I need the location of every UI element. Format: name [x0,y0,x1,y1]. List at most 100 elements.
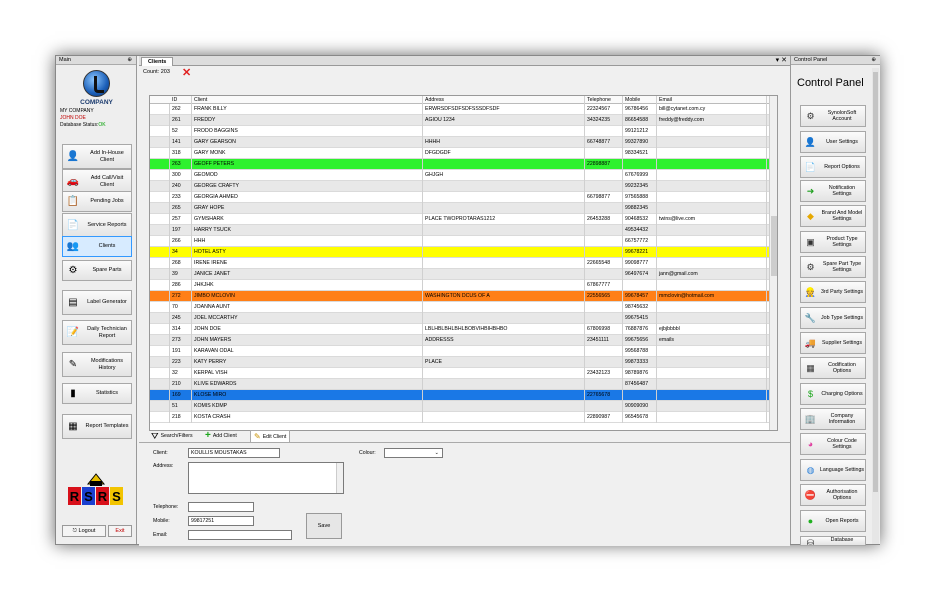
clear-filter-icon[interactable]: ✕ [182,68,191,79]
settings-authorisation-options-button[interactable]: ⛔Authorisation Options [800,484,866,506]
row-selector[interactable] [150,115,170,126]
row-selector[interactable] [150,137,170,148]
row-selector[interactable] [150,291,170,302]
row-selector[interactable] [150,335,170,346]
table-row[interactable]: 169KLOSE MIRO22765678 [150,390,769,401]
row-selector[interactable] [150,225,170,236]
settings-codification-options-button[interactable]: ▦Codification Options [800,357,866,379]
row-selector[interactable] [150,390,170,401]
address-scrollbar[interactable] [336,463,343,493]
tab-add-client[interactable]: +Add Client [205,430,237,442]
tab-search-filters[interactable]: ⛛Search/Filters [151,430,193,442]
control-panel-scrollbar[interactable] [872,68,879,544]
settings-language-settings-button[interactable]: ◍Language Settings [800,459,866,481]
save-button[interactable]: Save [306,513,342,539]
table-row[interactable]: 197HARRY TSUCK49534432 [150,225,769,236]
colour-select[interactable]: ⌄ [384,448,443,458]
table-row[interactable]: 261FREDDYAGIOU 12343432423586654588fredd… [150,115,769,126]
pin-icon[interactable]: ⊕ [871,56,876,65]
close-icon[interactable]: ▾ ✕ [776,56,787,64]
settings-notification-settings-button[interactable]: ➜Notification Settings [800,180,866,202]
column-header-address[interactable]: Address [423,96,585,104]
exit-button[interactable]: Exit [108,525,132,537]
settings-colour-code-settings-button[interactable]: ◕Colour Code Settings [800,433,866,455]
row-selector[interactable] [150,302,170,313]
settings-supplier-settings-button[interactable]: 🚚Supplier Settings [800,332,866,354]
pin-icon[interactable]: ⊕ [127,56,132,65]
column-header-mobile[interactable]: Mobile [623,96,657,104]
mobile-field[interactable]: 99817251 [188,516,254,526]
nav-service-reports-button[interactable]: 📄Service Reports [62,213,132,238]
row-selector[interactable] [150,258,170,269]
scrollbar-thumb[interactable] [873,72,878,492]
row-selector[interactable] [150,280,170,291]
settings-job-type-settings-button[interactable]: 🔧Job Type Settings [800,307,866,329]
row-selector[interactable] [150,181,170,192]
table-row[interactable]: 245JOEL MCCARTHY99675415 [150,313,769,324]
table-scrollbar[interactable] [769,96,777,430]
row-selector[interactable] [150,346,170,357]
settings-product-type-settings-button[interactable]: ▣Product Type Settings [800,231,866,253]
settings-charging-options-button[interactable]: $Charging Options [800,383,866,405]
row-selector[interactable] [150,159,170,170]
row-selector[interactable] [150,324,170,335]
row-selector[interactable] [150,203,170,214]
row-selector[interactable] [150,214,170,225]
address-field[interactable] [188,462,344,494]
table-row[interactable]: 272JIMBO MCLOVINWASHINGTON DCUS OF A2255… [150,291,769,302]
settings-database-button[interactable]: ⛁Database [800,536,866,546]
nav-clients-button[interactable]: 👥Clients [62,236,132,257]
scrollbar-thumb[interactable] [771,216,777,276]
table-row[interactable]: 218KOSTA CRASH2289098796545678 [150,412,769,423]
table-row[interactable]: 286JHKJHK67867777 [150,280,769,291]
client-field[interactable]: KOULLIS MOUSTAKAS [188,448,280,458]
table-row[interactable]: 265GRAY HOPE99882345 [150,203,769,214]
table-row[interactable]: 318GARY MONKDFGDGDF98334521 [150,148,769,159]
table-row[interactable]: 268IRENE IRENE2266554899098777 [150,258,769,269]
row-selector[interactable] [150,247,170,258]
table-row[interactable]: 314JOHN DOELBLHBLBHLBHLBOBVIHBIHBHBO6780… [150,324,769,335]
table-row[interactable]: 273JOHN MAYERSADDRESSS2345111199675656em… [150,335,769,346]
column-header-email[interactable]: Email [657,96,767,104]
settings-spare-part-type-settings-button[interactable]: ⚙Spare Part Type Settings [800,256,866,278]
logout-button[interactable]: ⎋ Logout [62,525,106,537]
table-row[interactable]: 266HHH66757772 [150,236,769,247]
row-selector[interactable] [150,192,170,203]
telephone-field[interactable] [188,502,254,512]
row-selector[interactable] [150,126,170,137]
table-row[interactable]: 210KLIVE EDWARDS87456487 [150,379,769,390]
row-selector[interactable] [150,357,170,368]
table-row[interactable]: 191KARAVAN ODAL99568788 [150,346,769,357]
table-row[interactable]: 52FRODO BAGGINS99121212 [150,126,769,137]
row-selector[interactable] [150,170,170,181]
table-row[interactable]: 240GEORGE CRAFTY99232345 [150,181,769,192]
settings-company-information-button[interactable]: 🏢Company Information [800,408,866,430]
settings-user-settings-button[interactable]: 👤User Settings [800,131,866,153]
table-row[interactable]: 141GARY GEARSONHHHH6674887799327890 [150,137,769,148]
row-selector[interactable] [150,313,170,324]
settings-synolonsoft-account-button[interactable]: ⚙SynolonSoft Account [800,105,866,127]
nav-add-in-house-client-button[interactable]: 👤Add In-House Client [62,144,132,169]
column-header-client[interactable]: Client [192,96,423,104]
nav-modifications-history-button[interactable]: ✎Modifications History [62,352,132,377]
table-row[interactable]: 34HOTEL ASTY99678221 [150,247,769,258]
table-row[interactable]: 32KERPAL VISH2343212398789876 [150,368,769,379]
column-header-id[interactable]: ID [170,96,192,104]
nav-spare-parts-button[interactable]: ⚙Spare Parts [62,260,132,281]
row-selector[interactable] [150,368,170,379]
row-selector[interactable] [150,104,170,115]
row-selector[interactable] [150,412,170,423]
column-header-telephone[interactable]: Telephone [585,96,623,104]
row-selector[interactable] [150,148,170,159]
nav-pending-jobs-button[interactable]: 📋Pending Jobs [62,191,132,212]
row-selector[interactable] [150,269,170,280]
row-selector[interactable] [150,379,170,390]
table-row[interactable]: 70JOANNA AUNT98745632 [150,302,769,313]
settings-3rd-party-settings-button[interactable]: 👷3rd Party Settings [800,281,866,303]
table-row[interactable]: 262FRANK BILLYERWRSDFSDFSDFSSSDFSDF22324… [150,104,769,115]
row-selector[interactable] [150,401,170,412]
nav-daily-technician-report-button[interactable]: 📝Daily Technician Report [62,320,132,345]
table-row[interactable]: 257GYMSHARKPLACE TWOPROTARAS121226453288… [150,214,769,225]
nav-label-generator-button[interactable]: ▤Label Generator [62,290,132,315]
table-row[interactable]: 233GEORGIA AHMED6679887797565888 [150,192,769,203]
